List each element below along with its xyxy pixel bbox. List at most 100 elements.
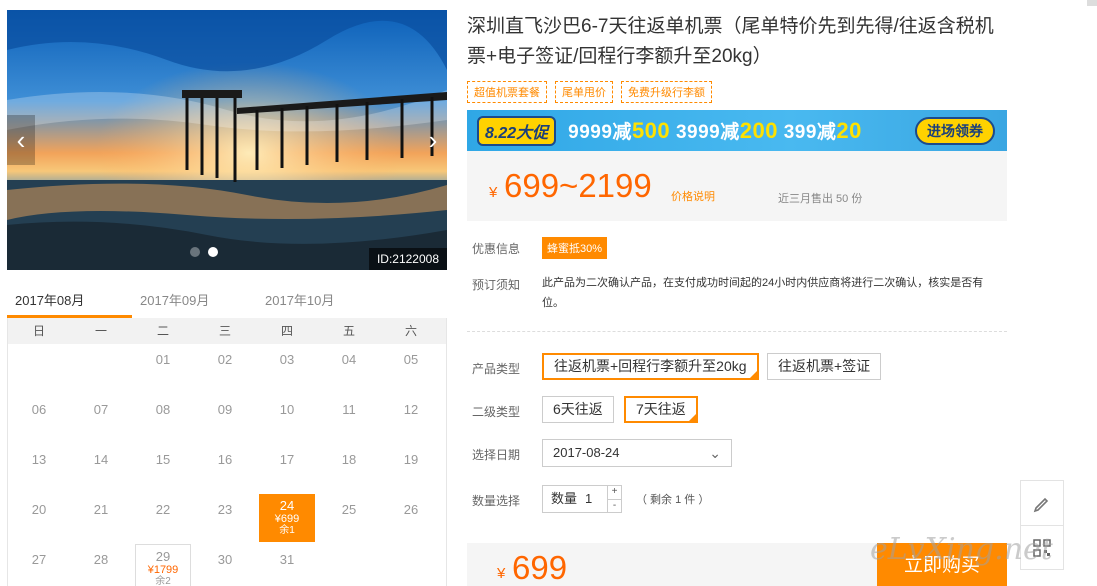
month-tab[interactable]: 2017年08月: [7, 286, 132, 318]
carousel-dots: [190, 247, 218, 257]
deal-prefix: 3999减: [675, 122, 740, 143]
carousel-next-button[interactable]: ›: [419, 115, 447, 165]
quantity-minus-button[interactable]: -: [608, 498, 622, 513]
quantity-remaining: （ 剩余 1 件 ）: [636, 494, 710, 506]
date-select[interactable]: 2017-08-24 ⌄: [542, 439, 732, 467]
deal-amount: 20: [836, 118, 862, 143]
calendar-day: 11: [318, 394, 380, 444]
calendar-day-remaining: 余1: [279, 525, 295, 536]
weekday-label: 五: [342, 324, 355, 338]
price-currency: ¥: [489, 184, 498, 201]
calendar-grid: 01 02 03 04 05 06 07 08 09 10 11 12 13 14 15 16 17 18 19 20…: [8, 344, 446, 586]
product-tag: 尾单甩价: [555, 81, 613, 103]
calendar-day-available[interactable]: 29 ¥1799 余2: [135, 544, 191, 586]
quantity-plus-button[interactable]: +: [608, 486, 621, 499]
calendar-day: 06: [8, 394, 70, 444]
calendar-day-number: 31: [279, 552, 295, 567]
calendar-day-number: 23: [217, 502, 233, 517]
calendar-day: 17: [256, 444, 318, 494]
calendar-empty-cell: [8, 344, 70, 394]
calendar-day-number: 09: [217, 402, 233, 417]
date-label: 选择日期: [472, 448, 521, 462]
sold-count: 近三月售出 50 份: [778, 193, 863, 205]
month-tabs: 2017年08月 2017年09月 2017年10月: [7, 286, 447, 318]
calendar-day-remaining: 余2: [155, 576, 171, 586]
calendar-day: 09: [194, 394, 256, 444]
calendar-day-available[interactable]: 24 ¥699 余1: [259, 494, 315, 542]
product-type-label: 产品类型: [472, 362, 521, 376]
calendar-day-number: 29: [155, 549, 171, 564]
weekday-label: 六: [404, 324, 417, 338]
edit-icon: [1033, 497, 1049, 513]
calendar-day-number: 11: [342, 402, 356, 417]
sub-type-option[interactable]: 6天往返: [542, 396, 614, 423]
sub-type-option[interactable]: 7天往返: [624, 396, 698, 423]
calendar-day: 22: [132, 494, 194, 544]
calendar-day-number: 24: [279, 498, 295, 513]
calendar-day: 02: [194, 344, 256, 394]
quantity-field-label: 数量: [551, 491, 578, 506]
quantity-label: 数量选择: [472, 494, 521, 508]
quantity-input[interactable]: 1: [585, 486, 607, 512]
calendar-day-number: 28: [93, 552, 109, 567]
calendar-day-number: 04: [341, 352, 357, 367]
weekday-header: 日一二三四五六: [8, 318, 446, 344]
calendar-day-number: 05: [403, 352, 419, 367]
quantity-stepper[interactable]: 数量 1 + -: [542, 485, 622, 513]
calendar-day-price: ¥1799: [147, 564, 179, 576]
product-type-option[interactable]: 往返机票+签证: [767, 353, 882, 380]
month-tab[interactable]: 2017年09月: [132, 286, 257, 318]
photo-carousel[interactable]: ‹ › ID:2122008: [7, 10, 447, 270]
calendar-day-number: 25: [341, 502, 357, 517]
carousel-dot[interactable]: [190, 247, 200, 257]
weekday-label: 二: [156, 324, 169, 338]
calendar-day: 12: [380, 394, 442, 444]
qrcode-icon: [1033, 538, 1051, 557]
calendar-day: 19: [380, 444, 442, 494]
calendar-day: 04: [318, 344, 380, 394]
calendar-day: 10: [256, 394, 318, 444]
calendar-day-number: 14: [93, 452, 109, 467]
side-toolbar: [1020, 480, 1064, 570]
scrollbar-thumb[interactable]: [1087, 0, 1097, 6]
calendar-day-number: 17: [279, 452, 295, 467]
calendar-day-number: 08: [155, 402, 171, 417]
promo-banner[interactable]: 8.22大促 9999减500 3999减200 399减20 进场领券: [467, 110, 1007, 151]
calendar-day-number: 16: [217, 452, 233, 467]
product-type-option[interactable]: 往返机票+回程行李额升至20kg: [542, 353, 759, 380]
calendar-day: 30: [194, 544, 256, 586]
price-range: 699~2199: [504, 167, 652, 204]
discount-tag: 蜂蜜抵30%: [542, 237, 608, 259]
product-tags: 超值机票套餐 尾单甩价 免费升级行李额: [467, 81, 712, 103]
bottom-price-currency: ¥: [497, 565, 506, 582]
buy-now-button[interactable]: 立即购买: [877, 543, 1007, 586]
calendar-day-number: 03: [279, 352, 295, 367]
calendar-day-number: 22: [155, 502, 171, 517]
price-explain-link[interactable]: 价格说明: [671, 188, 715, 204]
calendar-day: 16: [194, 444, 256, 494]
calendar-day-number: 01: [155, 352, 171, 367]
weekday-label: 日: [32, 324, 45, 338]
calendar-day-number: 06: [31, 402, 47, 417]
calendar-empty-cell: [70, 344, 132, 394]
calendar-day-number: 10: [279, 402, 295, 417]
calendar-day-number: 26: [403, 502, 419, 517]
deal-prefix: 399减: [783, 122, 837, 143]
qrcode-tool-button[interactable]: [1021, 525, 1063, 569]
pier-sunset-photo: [7, 10, 447, 270]
carousel-prev-button[interactable]: ‹: [7, 115, 35, 165]
claim-coupon-button[interactable]: 进场领券: [915, 116, 995, 145]
calendar-day-number: 21: [93, 502, 109, 517]
calendar-day-number: 27: [31, 552, 47, 567]
carousel-dot-active[interactable]: [208, 247, 218, 257]
calendar-day: 28: [70, 544, 132, 586]
booking-notice: 此产品为二次确认产品，在支付成功时间起的24小时内供应商将进行二次确认，核实是否…: [542, 277, 984, 309]
notice-label: 预订须知: [472, 278, 521, 292]
chevron-left-icon: ‹: [16, 125, 26, 155]
deal-prefix: 9999减: [568, 122, 632, 143]
product-tag: 超值机票套餐: [467, 81, 547, 103]
month-tab[interactable]: 2017年10月: [257, 286, 382, 318]
calendar-day-number: 19: [403, 452, 419, 467]
calendar-day: 05: [380, 344, 442, 394]
edit-tool-button[interactable]: [1021, 481, 1063, 525]
